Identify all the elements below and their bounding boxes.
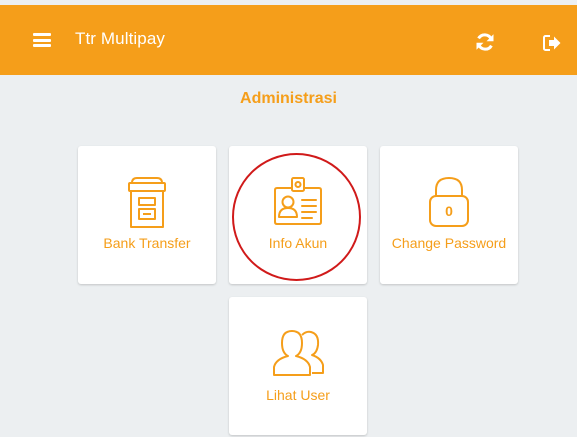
refresh-icon[interactable] [475, 32, 495, 52]
app-title: Ttr Multipay [75, 29, 165, 48]
app-window: Ttr Multipay Administrasi Bank Transfer … [0, 0, 577, 437]
bank-transfer-label: Bank Transfer [103, 235, 191, 251]
screen: Ttr Multipay Administrasi Bank Transfer … [0, 0, 580, 437]
logout-icon[interactable] [543, 35, 561, 51]
users-icon [273, 330, 324, 376]
padlock-digit: 0 [445, 203, 453, 219]
lihat-user-label: Lihat User [266, 387, 330, 403]
info-akun-card[interactable]: Info Akun [229, 146, 367, 284]
top-app-bar: Ttr Multipay [0, 5, 577, 75]
info-akun-label: Info Akun [268, 235, 328, 251]
change-password-label: Change Password [391, 235, 507, 251]
change-password-card[interactable]: 0 Change Password [380, 146, 518, 284]
bank-transfer-card[interactable]: Bank Transfer [78, 146, 216, 284]
id-card-icon [274, 177, 322, 225]
lihat-user-card[interactable]: Lihat User [229, 297, 367, 435]
hamburger-menu-icon[interactable] [33, 33, 51, 47]
section-title: Administrasi [240, 90, 337, 107]
archive-box-icon [128, 177, 166, 228]
padlock-icon: 0 [429, 177, 469, 227]
